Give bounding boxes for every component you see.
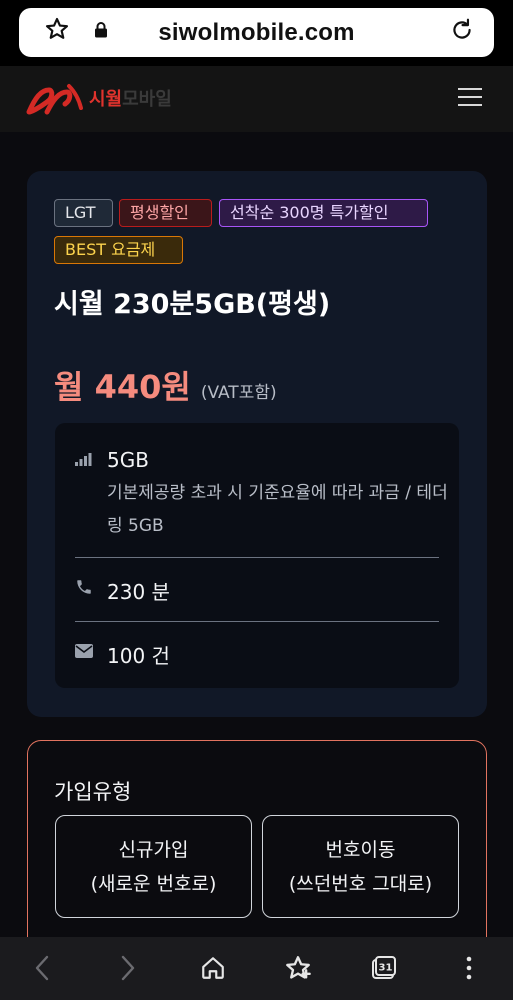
home-icon[interactable] — [200, 955, 226, 981]
new-signup-button[interactable]: 신규가입 (새로운 번호로) — [55, 815, 252, 918]
vat-note: (VAT포함) — [200, 383, 277, 403]
bookmark-star-icon[interactable] — [284, 954, 312, 982]
tag-carrier: LGT — [54, 199, 113, 227]
more-icon[interactable] — [466, 956, 472, 980]
join-option-sublabel: (새로운 번호로) — [90, 872, 217, 895]
signal-bars-icon — [75, 451, 92, 470]
logo-text-secondary: 모바일 — [122, 89, 172, 110]
price-row: 월 440원 (VAT포함) — [54, 362, 277, 408]
data-amount: 5GB — [107, 448, 149, 472]
tag-first-come-discount: 선착순 300명 특가할인 — [219, 199, 428, 227]
join-option-sublabel: (쓰던번호 그대로) — [288, 872, 433, 895]
address-bar[interactable]: siwolmobile.com — [19, 8, 494, 57]
plan-title: 시월 230분5GB(평생) — [54, 289, 331, 320]
calendar-tabs-icon[interactable]: 31 — [371, 955, 397, 981]
envelope-icon — [75, 643, 93, 662]
site-logo[interactable]: 시월 모바일 — [25, 78, 172, 118]
data-note: 기본제공량 초과 시 기준요율에 따라 과금 / 테더링 5GB — [107, 483, 448, 536]
tag-best-plan: BEST 요금제 — [54, 236, 183, 264]
join-option-label: 신규가입 — [118, 838, 189, 861]
sms-count: 100 건 — [107, 644, 170, 668]
spec-divider — [75, 557, 439, 558]
browser-top-bar: siwolmobile.com — [0, 0, 513, 66]
reload-icon[interactable] — [449, 17, 475, 47]
logo-text-primary: 시월 — [89, 89, 123, 110]
number-port-button[interactable]: 번호이동 (쓰던번호 그대로) — [262, 815, 459, 918]
spec-divider — [75, 621, 439, 622]
browser-bottom-bar — [0, 937, 513, 1000]
join-option-label: 번호이동 — [325, 838, 396, 861]
phone-icon — [75, 578, 93, 600]
join-type-title: 가입유형 — [54, 780, 132, 804]
voice-minutes: 230 분 — [107, 580, 170, 604]
forward-icon[interactable] — [120, 955, 136, 981]
back-icon[interactable] — [34, 955, 50, 981]
logo-mark-icon — [26, 84, 83, 115]
monthly-price: 월 440원 — [54, 368, 191, 406]
url-text: siwolmobile.com — [158, 19, 355, 46]
tabs-count: 31 — [379, 963, 393, 974]
tag-lifetime-discount: 평생할인 — [119, 199, 212, 227]
hamburger-menu-icon[interactable] — [458, 88, 482, 108]
